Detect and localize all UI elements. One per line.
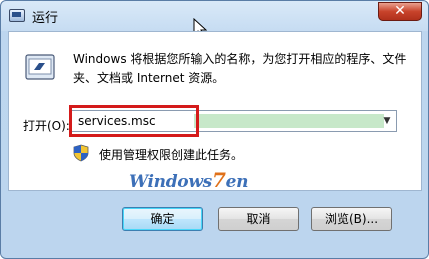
annotation-highlight-box [69, 105, 199, 137]
run-icon [9, 9, 25, 22]
cancel-button[interactable]: 取消 [218, 207, 299, 231]
uac-shield-icon [73, 144, 89, 162]
close-button[interactable]: ✕ [378, 2, 422, 21]
title-bar[interactable]: 运行 ✕ [1, 1, 428, 31]
dialog-content: Windows 将根据您所输入的名称，为您打开相应的程序、文件夹、文档或 Int… [8, 31, 422, 192]
browse-button[interactable]: 浏览(B)... [311, 207, 392, 231]
close-icon: ✕ [394, 3, 406, 19]
dialog-description: Windows 将根据您所输入的名称，为您打开相应的程序、文件夹、文档或 Int… [73, 52, 407, 85]
admin-note: 使用管理权限创建此任务。 [99, 148, 244, 162]
open-label: 打开(O): [23, 119, 70, 133]
window-title: 运行 [32, 11, 59, 26]
run-program-icon [25, 54, 55, 80]
watermark-text: Windows [129, 172, 212, 192]
watermark-suffix: en [225, 172, 249, 192]
ok-button[interactable]: 确定 [122, 207, 203, 231]
chevron-down-icon[interactable]: ▼ [380, 113, 394, 129]
watermark-logo: Windows7en [129, 168, 248, 192]
watermark-seven: 7 [211, 168, 226, 192]
run-dialog: 运行 ✕ Windows 将根据您所输入的名称，为您打开相应的程序、文件夹、文档… [0, 0, 429, 259]
